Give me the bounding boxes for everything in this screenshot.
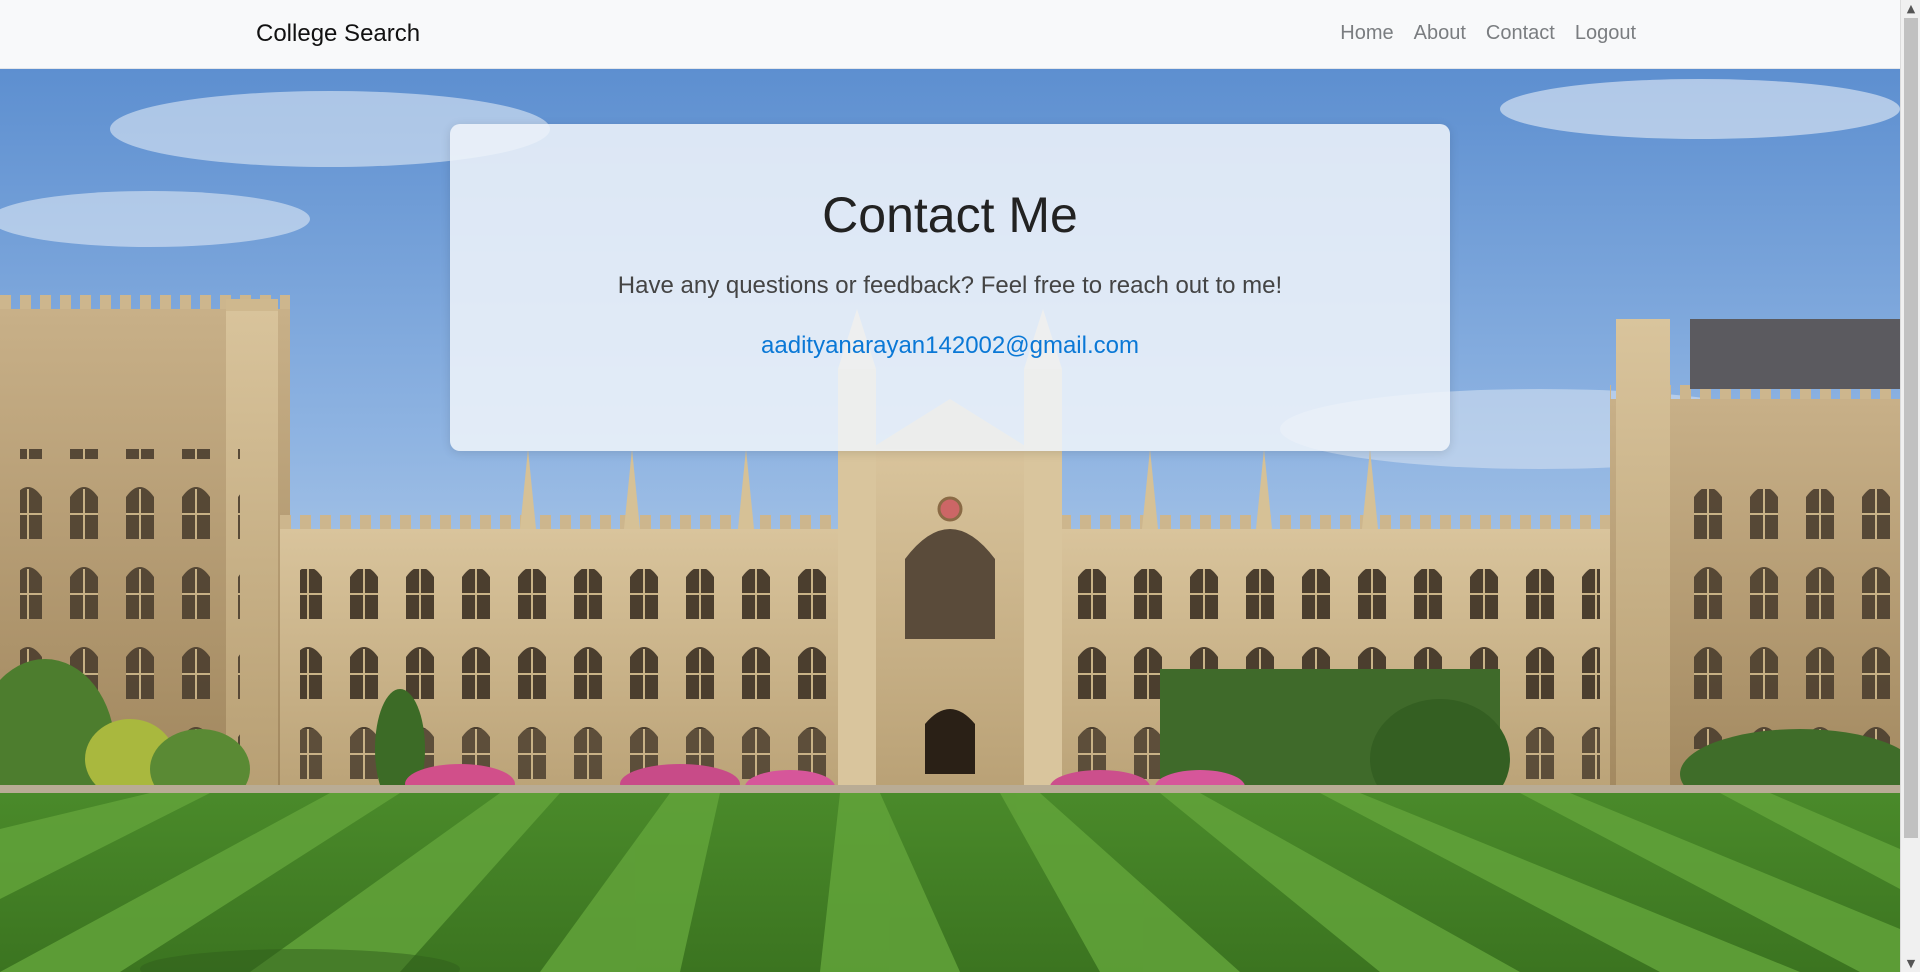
vertical-scrollbar[interactable]: ▲ ▼ — [1900, 0, 1920, 972]
contact-card: Contact Me Have any questions or feedbac… — [450, 124, 1450, 451]
nav-links: Home About Contact Logout — [1340, 22, 1636, 45]
page-viewport: College Search Home About Contact Logout — [0, 0, 1900, 972]
nav-link-about[interactable]: About — [1414, 22, 1466, 45]
contact-title: Contact Me — [822, 187, 1078, 243]
nav-link-logout[interactable]: Logout — [1575, 22, 1636, 45]
navbar: College Search Home About Contact Logout — [0, 0, 1900, 69]
nav-link-contact[interactable]: Contact — [1486, 22, 1555, 45]
scroll-up-arrow-icon[interactable]: ▲ — [1901, 0, 1920, 17]
scroll-down-arrow-icon[interactable]: ▼ — [1901, 955, 1920, 972]
nav-link-home[interactable]: Home — [1340, 22, 1393, 45]
contact-email-link[interactable]: aadityanarayan142002@gmail.com — [761, 332, 1139, 360]
brand-link[interactable]: College Search — [256, 20, 420, 48]
scrollbar-thumb[interactable] — [1904, 18, 1918, 838]
contact-message: Have any questions or feedback? Feel fre… — [617, 272, 1283, 299]
